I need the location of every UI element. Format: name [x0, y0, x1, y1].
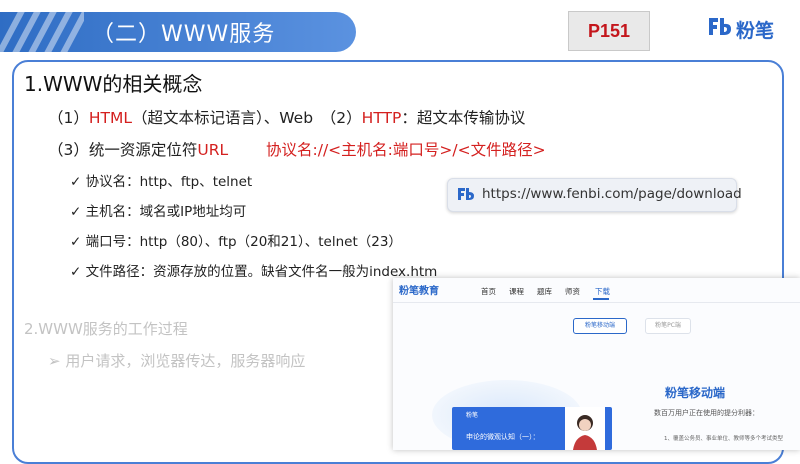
check-icon: ✓: [70, 204, 86, 220]
list-item-text: 主机名：域名或IP地址均可: [85, 204, 247, 220]
http-term: HTTP: [361, 109, 402, 127]
promo-sub: 数百万用户正在使用的提分利器：: [654, 409, 759, 417]
check-icon: ✓: [70, 174, 86, 190]
list-item: ✓ 文件路径：资源存放的位置。缺省文件名一般为index.htm: [70, 260, 437, 280]
nav-item[interactable]: 首页: [481, 286, 496, 297]
text-part: ：超文本传输协议: [401, 109, 526, 127]
portrait-icon: [573, 415, 597, 450]
section1-heading: 1.WWW的相关概念: [24, 72, 203, 96]
nav-item[interactable]: 题库: [537, 286, 552, 297]
arrow-right-icon: ➢: [48, 352, 66, 370]
promo-item: 1、覆盖公务员、事业单位、教师等多个考试类型: [664, 436, 784, 442]
fenbi-logo-icon: [458, 188, 474, 200]
mobile-button[interactable]: 粉笔移动端: [573, 318, 627, 334]
page-number-badge: P151: [568, 11, 650, 51]
nav-item-active[interactable]: 下载: [595, 286, 610, 297]
list-item: ✓ 协议名：http、ftp、telnet: [70, 170, 252, 190]
bullet-text: 用户请求，浏览器传达，服务器响应: [65, 352, 306, 370]
text-part: （1）: [48, 109, 89, 127]
header-stripes: [0, 12, 84, 52]
url-term: URL: [197, 141, 229, 159]
list-item-text: 文件路径：资源存放的位置。缺省文件名一般为index.htm: [85, 264, 438, 280]
header-title: （二）WWW服务: [92, 22, 276, 47]
list-item: ✓ 端口号：http（80）、ftp（20和21）、telnet（23）: [70, 230, 402, 250]
html-term: HTML: [88, 109, 133, 127]
card-text: 申论的微观认知（一）：: [466, 433, 540, 441]
section2-bullet: ➢ 用户请求，浏览器传达，服务器响应: [48, 350, 305, 371]
check-icon: ✓: [70, 264, 86, 280]
check-icon: ✓: [70, 234, 86, 250]
nav-item[interactable]: 师资: [565, 286, 580, 297]
site-logo: 粉笔教育: [399, 286, 439, 297]
promo-title: 粉笔移动端: [665, 386, 726, 400]
list-item-text: 端口号：http（80）、ftp（20和21）、telnet（23）: [85, 234, 402, 250]
url-text[interactable]: https://www.fenbi.com/page/download: [482, 186, 742, 202]
fenbi-logo-icon: [709, 18, 731, 35]
logo-text: 粉笔: [736, 20, 775, 42]
nav-underline: [593, 298, 609, 300]
nav-divider: [393, 302, 800, 303]
text-part: （3）统一资源定位符: [48, 141, 198, 159]
nav-item[interactable]: 课程: [509, 286, 524, 297]
concept-line-2: （3）统一资源定位符URL: [48, 138, 228, 160]
card-logo: 粉笔: [466, 412, 479, 419]
url-format: 协议名://<主机名:端口号>/<文件路径>: [266, 141, 546, 159]
list-item: ✓ 主机名：域名或IP地址均可: [70, 200, 246, 220]
text-part: （超文本标记语言）、Web （2）: [132, 109, 362, 127]
concept-line-1: （1）HTML（超文本标记语言）、Web （2）HTTP：超文本传输协议: [48, 106, 525, 128]
section2-heading: 2.WWW服务的工作过程: [24, 320, 188, 338]
portrait-image: [565, 407, 605, 450]
list-item-text: 协议名：http、ftp、telnet: [85, 174, 253, 190]
pc-button[interactable]: 粉笔PC端: [645, 318, 691, 334]
